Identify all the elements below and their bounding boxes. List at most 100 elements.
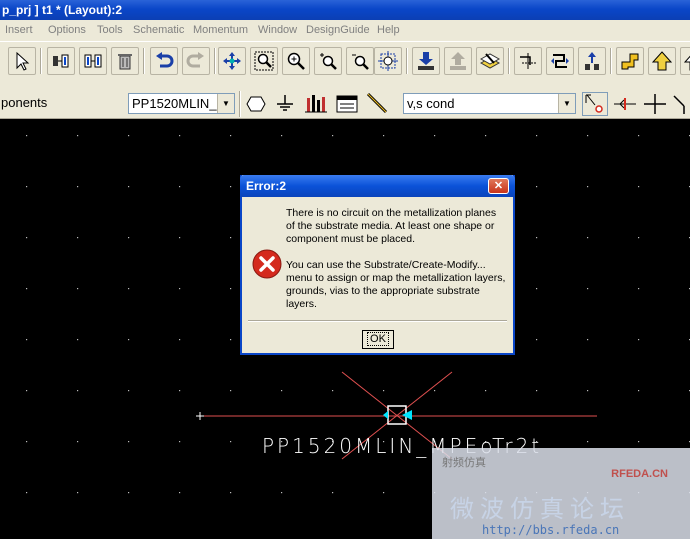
line-draw-icon [366, 92, 388, 114]
dialog-title-bar: Error:2 ✕ [240, 175, 515, 197]
snap-button[interactable] [514, 47, 542, 75]
variable-icon [336, 95, 358, 113]
main-toolbar [0, 41, 690, 89]
step-button[interactable] [616, 47, 644, 75]
move-button[interactable] [218, 47, 246, 75]
delete-icon [118, 54, 132, 70]
zoom-point-button[interactable] [314, 47, 342, 75]
close-icon: ✕ [493, 180, 504, 192]
insert-component-button-2[interactable] [79, 47, 107, 75]
download-icon [418, 52, 434, 70]
snap-intersect-icon [644, 94, 666, 114]
undo-icon [156, 52, 174, 68]
variable-button[interactable] [334, 92, 360, 116]
zoom-fit-icon [378, 51, 398, 71]
port-2-icon [402, 410, 412, 420]
menu-help[interactable]: Help [377, 20, 400, 41]
menu-options[interactable]: Options [48, 20, 86, 41]
menu-tools[interactable]: Tools [97, 20, 123, 41]
redo-icon [186, 52, 204, 68]
insert-component-icon-2 [84, 54, 102, 68]
error-dialog: Error:2 ✕ There is no circuit on the met… [240, 175, 515, 355]
error-icon [252, 249, 282, 279]
zoom-out-button[interactable] [346, 47, 374, 75]
chevron-down-icon[interactable]: ▼ [558, 94, 575, 113]
menu-designguide[interactable]: DesignGuide [306, 20, 370, 41]
error-message-1: There is no circuit on the metallization… [286, 207, 497, 245]
menu-bar: Insert Options Tools Schematic Momentum … [0, 20, 690, 41]
chevron-down-icon[interactable]: ▼ [217, 94, 234, 113]
toolbar-separator [610, 48, 612, 74]
push-button[interactable] [578, 47, 606, 75]
zoom-out-icon [352, 54, 369, 70]
zoom-in-icon [287, 52, 305, 70]
window-title-bar: p_prj ] t1 * (Layout):2 [0, 0, 690, 20]
component-combo[interactable]: PP1520MLIN_ ▼ [128, 93, 235, 114]
ok-button-label: OK [367, 332, 389, 346]
layer-combo[interactable]: v,s cond ▼ [403, 93, 576, 114]
snap-mid-button[interactable] [612, 92, 638, 116]
snap-angle-button[interactable] [670, 92, 690, 116]
zoom-in-button[interactable] [282, 47, 310, 75]
zoom-area-button[interactable] [250, 47, 278, 75]
ok-button[interactable]: OK [362, 330, 394, 349]
toolbar-separator [508, 48, 510, 74]
palette-combo[interactable]: ponents ▼ [0, 93, 119, 114]
substrate-icon [305, 95, 327, 113]
line-button[interactable] [364, 92, 390, 116]
toolbar-separator [143, 48, 145, 74]
pointer-button[interactable] [8, 47, 36, 75]
snap-icon [520, 53, 536, 69]
menu-momentum[interactable]: Momentum [193, 20, 248, 41]
toolbar-separator [40, 48, 42, 74]
delete-button[interactable] [111, 47, 139, 75]
overflow-button[interactable] [680, 47, 690, 75]
layer-combo-value: v,s cond [407, 96, 455, 111]
hexagon-icon [246, 96, 266, 112]
origin-marker-icon [196, 412, 204, 420]
upload-icon [450, 52, 466, 70]
zoom-fit-button[interactable] [374, 47, 402, 75]
toolbar-separator [406, 48, 408, 74]
zoom-point-icon [320, 53, 337, 70]
watermark-subtitle: 射频仿真 [442, 457, 486, 469]
toolbar-separator [214, 48, 216, 74]
watermark: 射频仿真 RFEDA.CN 微波仿真论坛 http://bbs.rfeda.cn [432, 448, 690, 539]
dialog-title: Error:2 [246, 179, 287, 193]
toolbar-separator [239, 91, 241, 117]
hexagon-button[interactable] [243, 92, 269, 116]
stack-icon [480, 53, 500, 69]
snap-intersect-button[interactable] [642, 92, 668, 116]
snap-mid-icon [614, 98, 636, 110]
dialog-close-button[interactable]: ✕ [488, 178, 509, 194]
download-button[interactable] [412, 47, 440, 75]
route-icon [551, 54, 569, 68]
insert-component-icon [53, 54, 69, 68]
overflow-icon [684, 55, 690, 71]
upload-button[interactable] [444, 47, 472, 75]
push-icon [585, 52, 599, 70]
redo-button[interactable] [182, 47, 210, 75]
menu-schematic[interactable]: Schematic [133, 20, 184, 41]
ground-icon [277, 95, 293, 111]
ground-button[interactable] [272, 92, 298, 116]
component-toolbar: ponents ▼ PP1520MLIN_ ▼ v,s cond ▼ [0, 89, 690, 119]
move-icon [223, 52, 241, 70]
dialog-divider [248, 320, 507, 322]
menu-insert[interactable]: Insert [5, 20, 33, 41]
step-icon [621, 53, 639, 70]
route-button[interactable] [546, 47, 574, 75]
menu-window[interactable]: Window [258, 20, 297, 41]
insert-component-button[interactable] [47, 47, 75, 75]
watermark-url: http://bbs.rfeda.cn [482, 523, 620, 537]
watermark-brand: RFEDA.CN [611, 468, 668, 480]
up-arrow-button[interactable] [648, 47, 676, 75]
snap-pin-button[interactable] [582, 92, 608, 116]
pointer-icon [16, 51, 30, 71]
component-combo-value: PP1520MLIN_ [132, 96, 217, 111]
stack-button[interactable] [476, 47, 504, 75]
snap-angle-icon [673, 95, 685, 114]
substrate-button[interactable] [303, 92, 329, 116]
undo-button[interactable] [150, 47, 178, 75]
snap-pin-icon [585, 94, 603, 113]
